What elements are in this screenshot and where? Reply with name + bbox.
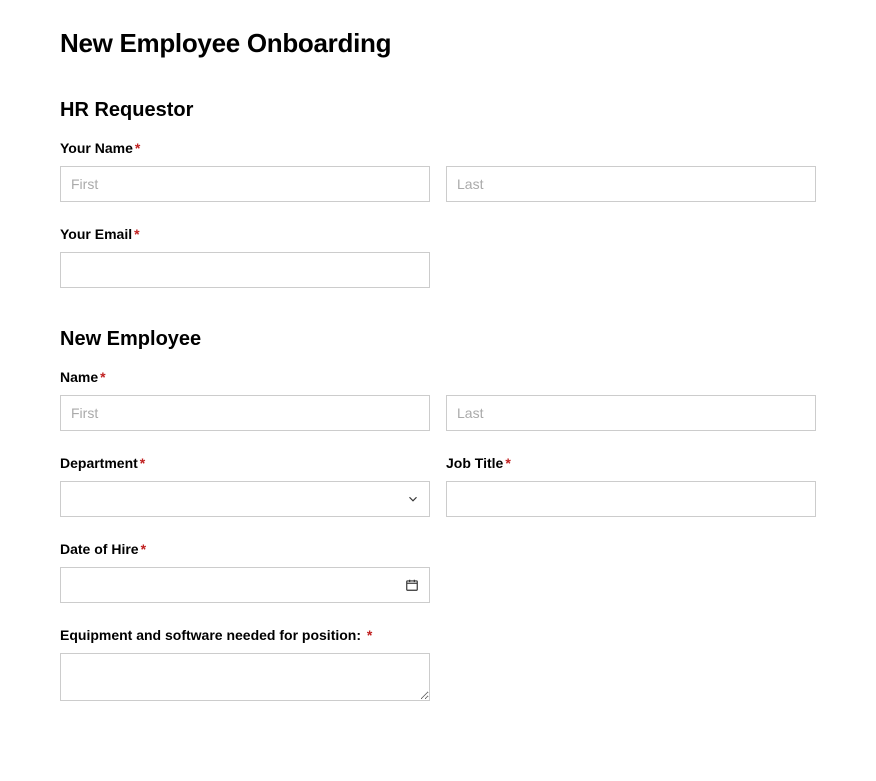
your-name-label: Your Name*: [60, 140, 816, 156]
required-mark: *: [134, 226, 139, 242]
emp-name-label: Name*: [60, 369, 816, 385]
emp-name-label-text: Name: [60, 369, 98, 385]
required-mark: *: [141, 541, 146, 557]
your-name-label-text: Your Name: [60, 140, 133, 156]
your-email-label: Your Email*: [60, 226, 430, 242]
required-mark: *: [140, 455, 145, 471]
hr-requestor-section: HR Requestor Your Name* Your Email*: [60, 99, 816, 288]
date-of-hire-label: Date of Hire*: [60, 541, 430, 557]
department-label-text: Department: [60, 455, 138, 471]
required-mark: *: [505, 455, 510, 471]
date-of-hire-input[interactable]: [61, 568, 429, 602]
emp-name-first-input[interactable]: [60, 395, 430, 431]
equipment-label-text: Equipment and software needed for positi…: [60, 627, 361, 643]
department-select[interactable]: [60, 481, 430, 517]
your-name-first-input[interactable]: [60, 166, 430, 202]
hr-section-title: HR Requestor: [60, 99, 816, 122]
emp-section-title: New Employee: [60, 328, 816, 351]
department-label: Department*: [60, 455, 430, 471]
equipment-textarea[interactable]: [60, 653, 430, 701]
emp-name-last-input[interactable]: [446, 395, 816, 431]
required-mark: *: [100, 369, 105, 385]
equipment-label: Equipment and software needed for positi…: [60, 627, 430, 643]
new-employee-section: New Employee Name* Department*: [60, 328, 816, 701]
jobtitle-input[interactable]: [446, 481, 816, 517]
date-of-hire-label-text: Date of Hire: [60, 541, 139, 557]
required-mark: *: [135, 140, 140, 156]
your-email-input[interactable]: [60, 252, 430, 288]
page-title: New Employee Onboarding: [60, 28, 816, 59]
jobtitle-label-text: Job Title: [446, 455, 503, 471]
required-mark: *: [367, 627, 372, 643]
your-name-last-input[interactable]: [446, 166, 816, 202]
jobtitle-label: Job Title*: [446, 455, 816, 471]
your-email-label-text: Your Email: [60, 226, 132, 242]
